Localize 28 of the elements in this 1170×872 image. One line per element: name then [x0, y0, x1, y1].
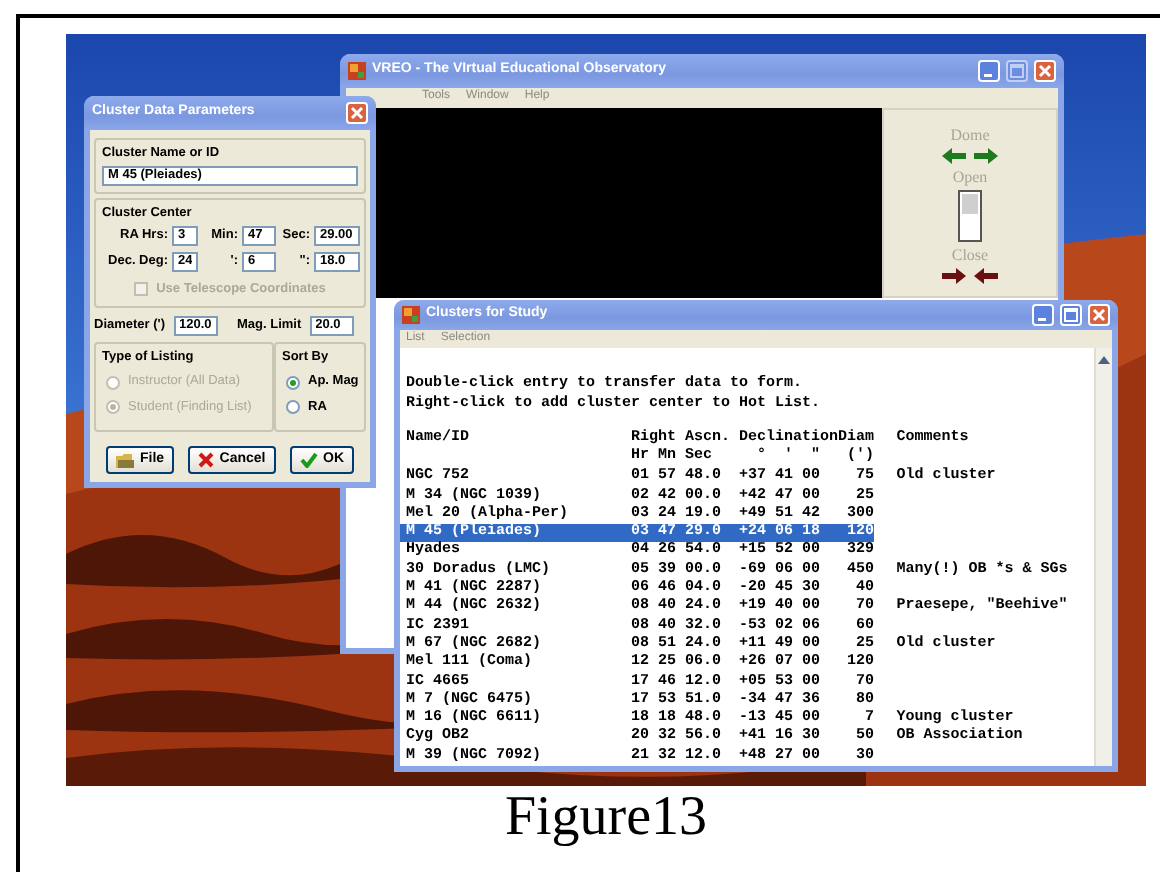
maximize-icon	[1010, 64, 1024, 78]
right-arrow-icon	[942, 268, 966, 284]
scrollbar[interactable]	[1094, 347, 1112, 766]
open-label: Open	[952, 168, 988, 186]
check-icon	[299, 451, 317, 468]
close-button[interactable]	[1088, 303, 1110, 326]
close-button[interactable]	[346, 102, 368, 124]
app-icon	[402, 305, 420, 324]
radio-button[interactable]	[286, 400, 300, 415]
close-icon	[1038, 64, 1052, 78]
close-button[interactable]	[1034, 60, 1056, 82]
dome-label: Dome	[950, 126, 990, 144]
minimize-button[interactable]	[978, 60, 1000, 82]
cross-icon	[197, 451, 214, 468]
app-icon	[348, 62, 366, 80]
right-arrow-icon	[974, 148, 998, 164]
maximize-icon	[1064, 307, 1078, 322]
left-arrow-icon	[974, 268, 998, 284]
close-label: Close	[951, 246, 989, 264]
maximize-button[interactable]	[1060, 303, 1082, 326]
figure-caption: Figure13	[502, 788, 710, 850]
left-arrow-icon	[942, 148, 966, 164]
minimize-button[interactable]	[1032, 303, 1054, 326]
up-arrow-icon	[1096, 351, 1112, 368]
close-icon	[350, 106, 364, 120]
close-icon	[1092, 307, 1106, 322]
radio-button[interactable]	[286, 375, 300, 390]
folder-icon	[116, 451, 134, 468]
